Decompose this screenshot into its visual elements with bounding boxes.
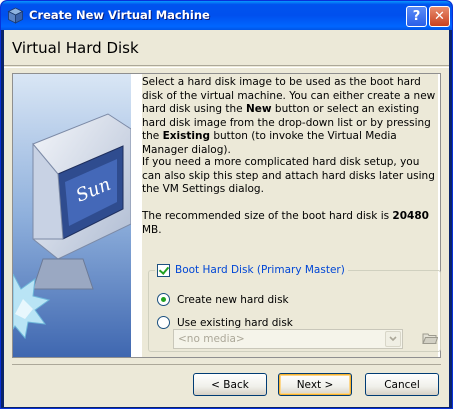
folder-open-icon[interactable] bbox=[421, 330, 439, 346]
radio-create-new-label[interactable]: Create new hard disk bbox=[177, 294, 289, 306]
boot-hard-disk-group: Boot Hard Disk (Primary Master) Create n… bbox=[148, 263, 441, 352]
radio-use-existing-button[interactable] bbox=[157, 316, 170, 329]
page-header: Virtual Hard Disk bbox=[4, 30, 449, 66]
radio-use-existing-label[interactable]: Use existing hard disk bbox=[177, 317, 293, 329]
boot-hard-disk-label[interactable]: Boot Hard Disk (Primary Master) bbox=[175, 264, 345, 276]
window-title: Create New Virtual Machine bbox=[29, 8, 210, 22]
radio-create-new-button[interactable] bbox=[157, 293, 170, 306]
media-select[interactable]: <no media> bbox=[173, 329, 403, 349]
media-select-value: <no media> bbox=[178, 333, 245, 345]
cancel-button[interactable]: Cancel bbox=[365, 373, 439, 396]
description-paragraph: Select a hard disk image to be used as t… bbox=[142, 76, 436, 156]
header-divider bbox=[4, 67, 449, 68]
wizard-text-area: Select a hard disk image to be used as t… bbox=[142, 74, 441, 357]
dialog-window: Create New Virtual Machine ? ✕ Virtual H… bbox=[0, 0, 453, 409]
footer-divider bbox=[12, 364, 441, 365]
radio-use-existing[interactable]: Use existing hard disk bbox=[157, 316, 293, 329]
virtualbox-illustration: Sun bbox=[13, 74, 131, 357]
title-bar[interactable]: Create New Virtual Machine ? ✕ bbox=[1, 1, 452, 30]
next-button[interactable]: Next > bbox=[278, 373, 352, 396]
chevron-down-icon[interactable] bbox=[385, 331, 401, 347]
wizard-content: Sun Select a hard disk image to be used … bbox=[12, 73, 441, 358]
boot-hard-disk-checkbox[interactable] bbox=[157, 263, 170, 277]
dialog-body: Virtual Hard Disk Sun Select a hard disk… bbox=[4, 30, 449, 407]
back-button[interactable]: < Back bbox=[193, 373, 267, 396]
radio-create-new[interactable]: Create new hard disk bbox=[157, 293, 289, 306]
advanced-setup-paragraph: If you need a more complicated hard disk… bbox=[142, 156, 435, 196]
virtualbox-icon bbox=[7, 7, 24, 24]
recommended-size-paragraph: The recommended size of the boot hard di… bbox=[142, 210, 429, 236]
wizard-side-image: Sun bbox=[13, 74, 131, 357]
page-title: Virtual Hard Disk bbox=[12, 39, 139, 57]
help-button[interactable]: ? bbox=[406, 6, 427, 27]
close-button[interactable]: ✕ bbox=[429, 6, 450, 27]
boot-hard-disk-checkbox-row[interactable]: Boot Hard Disk (Primary Master) bbox=[155, 263, 348, 277]
